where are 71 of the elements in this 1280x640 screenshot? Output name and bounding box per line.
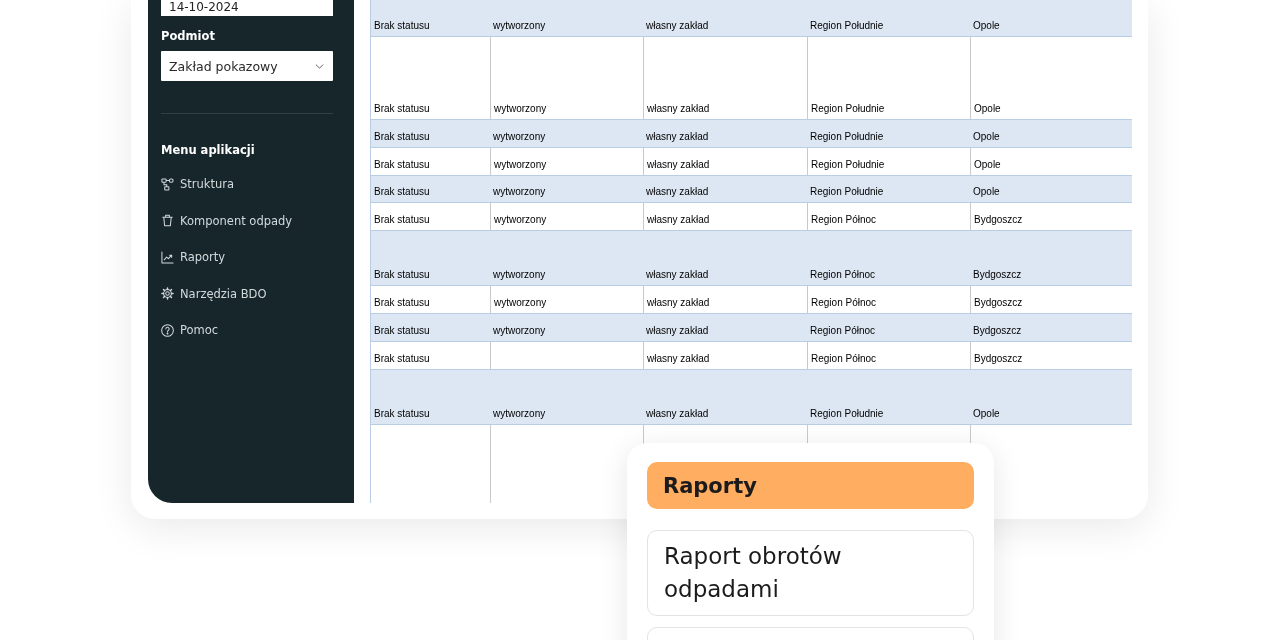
table-cell: Opole (974, 159, 1001, 171)
table-cell: Opole (973, 20, 1000, 32)
table-cell: Brak statusu (374, 325, 430, 337)
report-option[interactable]: Raport obrotów odpadami (647, 530, 974, 616)
table-cell: Brak statusu (374, 103, 430, 115)
menu-item[interactable]: Raporty (161, 247, 226, 267)
table-cell: Region Południe (810, 408, 884, 420)
table-cell: Region Południe (810, 131, 884, 143)
table-cell: własny zakład (647, 214, 710, 226)
date-field[interactable]: 14-10-2024 (161, 0, 333, 16)
entity-select[interactable]: Zakład pokazowy (161, 51, 333, 81)
table-cell: Bydgoszcz (973, 325, 1022, 337)
table-cell: własny zakład (646, 186, 709, 198)
table-cell: Region Południe (810, 20, 884, 32)
menu-item[interactable]: Komponent odpady (161, 210, 293, 231)
table-cell: wytworzony (493, 408, 546, 420)
table-cell: Region Południe (810, 186, 884, 198)
table-cell: Opole (973, 186, 1000, 198)
table-cell: Brak statusu (374, 131, 430, 143)
menu-item[interactable]: Narzędzia BDO (161, 283, 267, 304)
table-cell: Opole (973, 408, 1000, 420)
table-cell: Opole (974, 103, 1001, 115)
table-cell: Region Północ (810, 269, 876, 281)
table-cell: Bydgoszcz (974, 297, 1023, 309)
table-cell: Brak statusu (374, 297, 430, 309)
trash-icon (161, 214, 174, 227)
table-cell: Bydgoszcz (973, 269, 1022, 281)
hierarchy-icon (161, 177, 174, 191)
table-cell: własny zakład (647, 353, 710, 365)
section-title: Menu aplikacji (161, 142, 255, 158)
table-cell: Bydgoszcz (974, 214, 1023, 226)
table-cell: Brak statusu (374, 408, 430, 420)
table-cell: wytworzony (493, 20, 546, 32)
table-cell: Brak statusu (374, 20, 430, 32)
table-cell: własny zakład (646, 20, 709, 32)
popup-title: Raporty (647, 462, 974, 509)
table-cell: wytworzony (494, 214, 547, 226)
table-cell: własny zakład (647, 103, 710, 115)
table-cell: wytworzony (493, 325, 546, 337)
table-cell: własny zakład (647, 159, 710, 171)
table-cell: Region Północ (811, 353, 877, 365)
table-cell: Region Południe (811, 103, 885, 115)
table-cell: wytworzony (493, 269, 546, 281)
line-chart-icon (161, 250, 174, 264)
table-cell: Region Północ (811, 214, 877, 226)
table-cell: wytworzony (494, 297, 547, 309)
table-cell: własny zakład (646, 325, 709, 337)
table-cell: własny zakład (646, 269, 709, 281)
table-cell: wytworzony (493, 186, 546, 198)
chevron-down-icon (315, 63, 324, 69)
table-cell: własny zakład (647, 297, 710, 309)
table-cell: Opole (973, 131, 1000, 143)
field-label: Podmiot (161, 28, 215, 44)
table-cell: własny zakład (646, 408, 709, 420)
table-cell: wytworzony (494, 159, 547, 171)
table-cell: wytworzony (494, 103, 547, 115)
table-cell: Brak statusu (374, 269, 430, 281)
table-cell: Brak statusu (374, 214, 430, 226)
table-cell: wytworzony (493, 131, 546, 143)
settings-icon (161, 287, 174, 300)
help-icon (161, 323, 174, 337)
table-cell: Region Północ (811, 297, 877, 309)
table-cell: Brak statusu (374, 186, 430, 198)
table-cell: Brak statusu (374, 353, 430, 365)
table-cell: Brak statusu (374, 159, 430, 171)
table-cell: Region Północ (810, 325, 876, 337)
table-cell: własny zakład (646, 131, 709, 143)
table-cell: Region Południe (811, 159, 885, 171)
menu-item[interactable]: Pomoc (161, 320, 219, 340)
table-cell: Bydgoszcz (974, 353, 1023, 365)
menu-item[interactable]: Struktura (161, 174, 235, 194)
